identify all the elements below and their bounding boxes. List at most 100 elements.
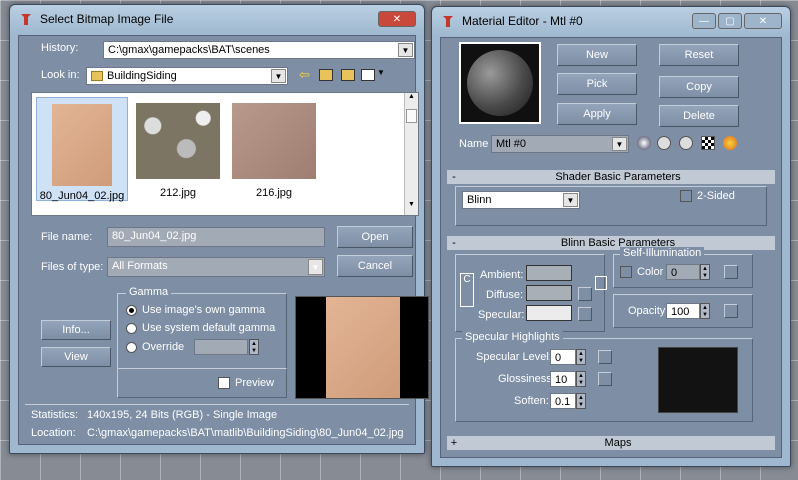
get-material-icon[interactable]: [657, 136, 671, 150]
gamma-group: Gamma Use image's own gamma Use system d…: [117, 286, 287, 369]
checker-background-icon[interactable]: [701, 136, 715, 150]
put-to-scene-icon[interactable]: [679, 136, 693, 150]
thumbnail-image: [232, 103, 316, 179]
material-sample-slot[interactable]: [459, 42, 541, 124]
gamma-spinner[interactable]: ▲ ▼: [249, 339, 259, 355]
file-item[interactable]: 80_Jun04_02.jpg: [36, 97, 128, 202]
spec-level-spinner[interactable]: ▲ ▼: [576, 349, 586, 365]
maximize-button[interactable]: ▢: [718, 13, 742, 29]
gamma-override-radio[interactable]: Override: [126, 341, 184, 353]
lock-icon[interactable]: [595, 276, 607, 290]
info-button[interactable]: Info...: [41, 320, 111, 340]
material-navigator-icon[interactable]: [637, 136, 651, 150]
file-list[interactable]: 80_Jun04_02.jpg 212.jpg 216.jpg ▲ ▼: [31, 92, 419, 216]
chevron-down-icon: ▼: [271, 69, 286, 83]
image-preview: [295, 296, 429, 399]
chevron-down-icon: ▼: [563, 193, 578, 207]
file-name: 212.jpg: [159, 187, 197, 199]
minimize-button[interactable]: —: [692, 13, 716, 29]
soften-input[interactable]: 0.1: [550, 393, 576, 409]
specular-highlights-group: Specular Highlights Specular Level: 0 ▲ ▼…: [455, 331, 753, 422]
opacity-group: Opacity: 100 ▲ ▼: [613, 294, 753, 328]
lookin-dropdown[interactable]: BuildingSiding ▼: [86, 67, 288, 85]
editor-client: New Reset Pick Copy Apply Delete Name Mt…: [440, 37, 782, 458]
collapse-icon: -: [452, 237, 456, 249]
blinn-rollout-body: C Ambient: Diffuse: Specular: Self-Illum…: [455, 247, 767, 422]
specular-highlights-label: Specular Highlights: [462, 331, 563, 343]
view-button[interactable]: View: [41, 347, 111, 367]
gmax-logo-icon: [440, 13, 456, 29]
opacity-map-button[interactable]: [724, 304, 738, 318]
spec-level-input[interactable]: 0: [550, 349, 576, 365]
glossiness-map-button[interactable]: [598, 372, 612, 386]
lock-ambient-diffuse[interactable]: C: [460, 273, 474, 307]
shader-rollout-header[interactable]: - Shader Basic Parameters: [447, 170, 775, 184]
self-illum-map-button[interactable]: [724, 265, 738, 279]
back-icon[interactable]: ⇦: [299, 67, 310, 83]
delete-button[interactable]: Delete: [659, 105, 739, 127]
gamma-label: Gamma: [126, 286, 172, 298]
preview-checkbox[interactable]: ✓ Preview: [218, 377, 274, 389]
file-item[interactable]: 216.jpg: [228, 97, 320, 201]
show-map-icon[interactable]: [723, 136, 737, 150]
file-name: 80_Jun04_02.jpg: [39, 190, 125, 202]
maps-rollout-header[interactable]: + Maps: [447, 436, 775, 450]
new-button[interactable]: New: [557, 44, 637, 66]
vertical-scrollbar[interactable]: ▲ ▼: [404, 93, 418, 215]
close-button[interactable]: ✕: [744, 13, 782, 29]
ambient-color-swatch[interactable]: [526, 265, 572, 281]
cancel-button[interactable]: Cancel: [337, 255, 413, 277]
shader-dropdown[interactable]: Blinn ▼: [462, 191, 580, 209]
location-value: C:\gmax\gamepacks\BAT\matlib\BuildingSid…: [87, 427, 404, 439]
filename-label: File name:: [41, 231, 93, 243]
filename-input[interactable]: 80_Jun04_02.jpg: [107, 227, 325, 247]
filetype-label: Files of type:: [41, 261, 104, 273]
specular-map-button[interactable]: [578, 307, 592, 321]
view-menu-icon[interactable]: [361, 69, 375, 81]
blinn-rollout-header[interactable]: - Blinn Basic Parameters: [447, 236, 775, 250]
two-sided-checkbox[interactable]: 2-Sided: [680, 190, 735, 202]
editor-title: Material Editor - Mtl #0: [462, 14, 583, 28]
file-item[interactable]: 212.jpg: [132, 97, 224, 201]
new-folder-icon[interactable]: [341, 69, 355, 81]
select-bitmap-dialog: Select Bitmap Image File ✕ History: C:\g…: [9, 4, 429, 454]
apply-button[interactable]: Apply: [557, 103, 637, 125]
shader-value: Blinn: [467, 194, 492, 206]
chevron-down-icon: ▼: [612, 137, 627, 151]
spec-level-map-button[interactable]: [598, 350, 612, 364]
filetype-value: All Formats: [112, 260, 168, 272]
gamma-override-input[interactable]: [194, 339, 248, 355]
dialog-titlebar[interactable]: Select Bitmap Image File: [10, 5, 424, 33]
glossiness-spinner[interactable]: ▲ ▼: [576, 371, 586, 387]
chevron-down-icon: ▼: [308, 259, 323, 275]
gamma-own-radio[interactable]: Use image's own gamma: [126, 304, 265, 316]
reset-button[interactable]: Reset: [659, 44, 739, 66]
self-illum-input[interactable]: 0: [666, 264, 700, 280]
gamma-system-radio[interactable]: Use system default gamma: [126, 322, 275, 334]
self-illum-color-checkbox[interactable]: Color: [620, 266, 663, 278]
specular-color-swatch[interactable]: [526, 305, 572, 321]
collapse-icon: -: [452, 171, 456, 183]
opacity-spinner[interactable]: ▲ ▼: [700, 303, 710, 319]
soften-spinner[interactable]: ▲ ▼: [576, 393, 586, 409]
shader-rollout-body: Blinn ▼ 2-Sided: [455, 186, 767, 226]
opacity-input[interactable]: 100: [666, 303, 700, 319]
thumbnail-image: [136, 103, 220, 179]
close-button[interactable]: ✕: [378, 11, 416, 27]
glossiness-input[interactable]: 10: [550, 371, 576, 387]
history-dropdown[interactable]: C:\gmax\gamepacks\BAT\scenes ▼: [103, 41, 415, 59]
diffuse-map-button[interactable]: [578, 287, 592, 301]
name-dropdown[interactable]: Mtl #0 ▼: [491, 135, 629, 153]
statistics-panel: Statistics: 140x195, 24 Bits (RGB) - Sin…: [25, 404, 409, 444]
pick-button[interactable]: Pick: [557, 73, 637, 95]
filetype-dropdown[interactable]: All Formats ▼: [107, 257, 325, 277]
name-value: Mtl #0: [496, 138, 526, 150]
chevron-down-icon[interactable]: ▼: [377, 68, 385, 77]
diffuse-color-swatch[interactable]: [526, 285, 572, 301]
self-illum-spinner[interactable]: ▲ ▼: [700, 264, 710, 280]
up-folder-icon[interactable]: [319, 69, 333, 81]
copy-button[interactable]: Copy: [659, 76, 739, 98]
preview-group: ✓ Preview: [117, 368, 287, 398]
name-label: Name: [459, 138, 489, 150]
open-button[interactable]: Open: [337, 226, 413, 248]
